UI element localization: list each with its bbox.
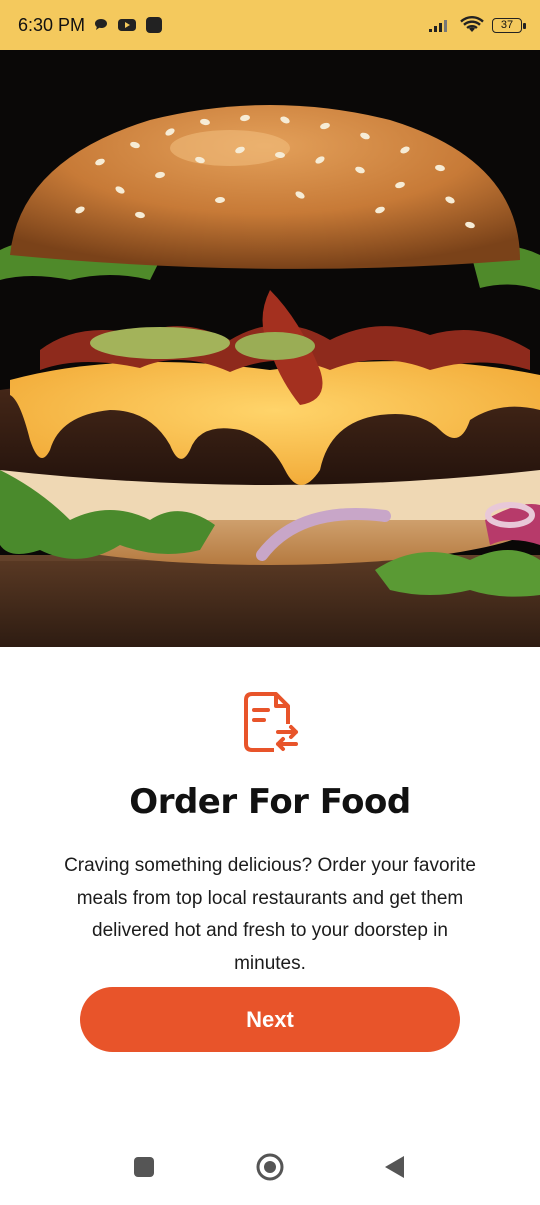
home-icon[interactable] — [256, 1153, 284, 1181]
app-square-icon — [146, 17, 163, 33]
page-description: Craving something delicious? Order your … — [64, 855, 476, 974]
battery-level: 37 — [500, 19, 514, 31]
chat-bubble-icon — [95, 19, 108, 30]
recent-apps-icon[interactable] — [134, 1157, 154, 1177]
system-nav-bar — [0, 1135, 540, 1200]
back-icon[interactable] — [385, 1156, 404, 1178]
page-title: Order For Food — [129, 782, 411, 822]
battery-icon: 37 — [492, 17, 526, 33]
youtube-icon — [118, 19, 137, 31]
signal-icon — [429, 20, 447, 32]
burger-photo — [0, 50, 540, 647]
status-time: 6:30 PM — [18, 14, 86, 35]
wifi-icon — [460, 16, 484, 32]
next-button[interactable]: Next — [80, 987, 460, 1052]
status-bar: 6:30 PM 37 — [0, 0, 540, 50]
order-document-icon — [238, 690, 302, 756]
hero-image — [0, 50, 540, 647]
